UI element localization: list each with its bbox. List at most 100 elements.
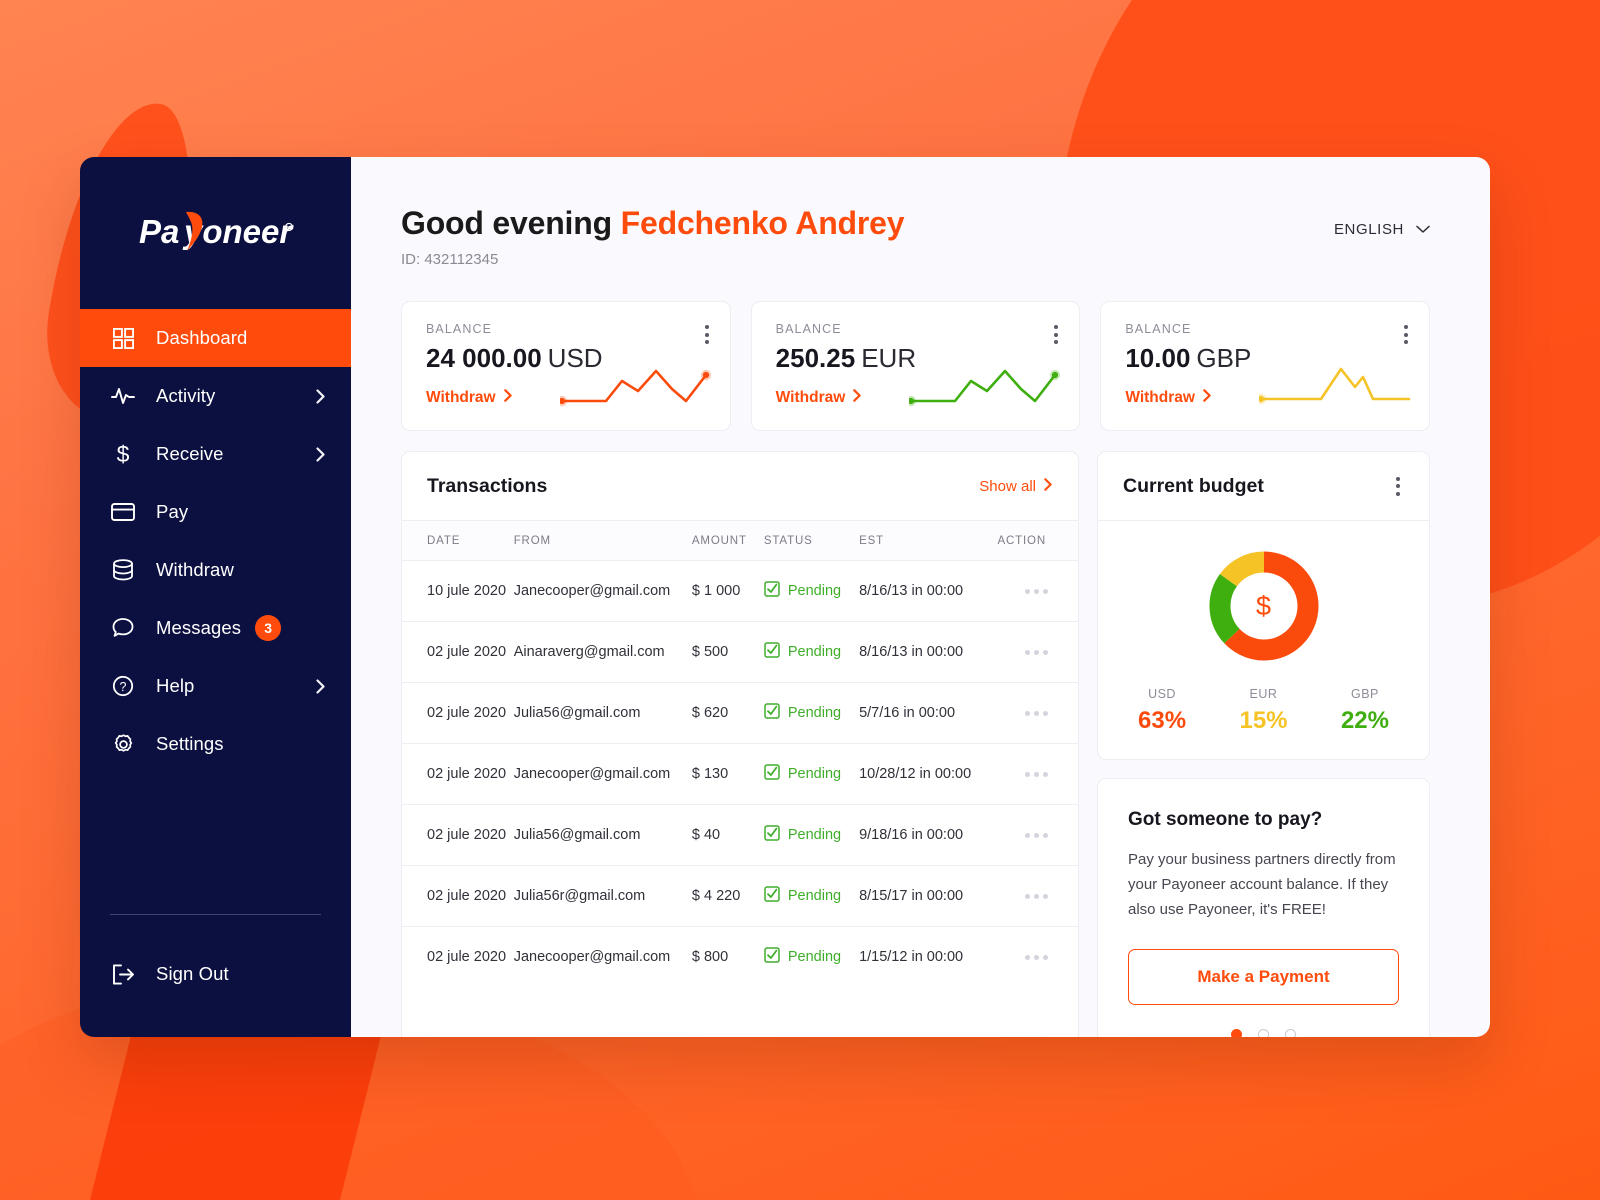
page-header: Good evening Fedchenko Andrey ID: 432112… — [401, 205, 1430, 268]
withdraw-link[interactable]: Withdraw — [426, 389, 512, 407]
cell-est: 1/15/12 in 00:00 — [859, 949, 964, 965]
status-label: Pending — [787, 888, 842, 904]
card-menu-button[interactable] — [702, 322, 712, 347]
cell-amount: $ 130 — [691, 743, 764, 805]
row-action-button[interactable] — [997, 771, 1078, 777]
transactions-table: DATE FROM AMOUNT STATUS EST ACTION 10 ju… — [402, 521, 1078, 987]
svg-text:$: $ — [117, 442, 130, 466]
pulse-icon — [110, 383, 136, 409]
row-action-button[interactable] — [997, 893, 1078, 899]
table-row[interactable]: 10 jule 2020 Janecooper@gmail.com $ 1 000 P… — [402, 560, 1078, 622]
budget-donut-chart: $ — [1205, 547, 1323, 665]
database-icon — [110, 557, 136, 583]
sidebar-item-label: Help — [156, 675, 195, 696]
language-selector[interactable]: ENGLISH — [1334, 205, 1430, 238]
cell-est: 8/16/13 in 00:00 — [859, 621, 998, 683]
status-check-icon — [764, 825, 780, 845]
table-row[interactable]: 02 jule 2020 Julia56@gmail.com $ 40 Pending… — [402, 804, 1078, 866]
withdraw-label: Withdraw — [426, 389, 496, 406]
cell-from: Janecooper@gmail.com — [513, 743, 692, 805]
grid-icon — [110, 325, 136, 351]
column-header-from: FROM — [513, 521, 692, 561]
balance-value: 24 000.00 — [426, 343, 542, 373]
status-label: Pending — [787, 766, 842, 782]
status-check-icon — [764, 581, 780, 601]
make-payment-button[interactable]: Make a Payment — [1128, 948, 1399, 1005]
table-row[interactable]: 02 jule 2020 Janecooper@gmail.com $ 130 Pen… — [402, 743, 1078, 805]
budget-header: Current budget — [1098, 452, 1429, 521]
table-row[interactable]: 02 jule 2020 Julia56r@gmail.com $ 4 220 Pen… — [402, 865, 1078, 927]
column-header-est: EST — [859, 521, 998, 561]
sparkline-gbp — [1255, 357, 1419, 414]
cell-status: Pending — [763, 621, 860, 683]
table-row[interactable]: 02 jule 2020 Ainaraverg@gmail.com $ 500 Pen… — [402, 621, 1078, 683]
cell-status: Pending — [764, 927, 859, 988]
status-label: Pending — [787, 583, 842, 599]
budget-menu-button[interactable] — [1393, 474, 1403, 499]
sidebar-item-help[interactable]: ? Help — [80, 657, 351, 715]
chevron-right-icon — [316, 678, 325, 694]
cell-from: Janecooper@gmail.com — [513, 560, 692, 622]
sidebar-item-activity[interactable]: Activity — [80, 367, 351, 425]
lower-section: Transactions Show all DATE FROM AMOUNT S… — [401, 451, 1430, 1037]
balance-label: BALANCE — [1125, 322, 1192, 336]
table-row[interactable]: 02 jule 2020 Julia56@gmail.com $ 620 Pendin… — [402, 682, 1078, 744]
transactions-title: Transactions — [427, 474, 548, 497]
chevron-right-icon — [316, 446, 325, 462]
legend-value: 22% — [1340, 707, 1389, 734]
sidebar-item-withdraw[interactable]: Withdraw — [80, 541, 351, 599]
cell-date: 02 jule 2020 — [402, 804, 514, 866]
card-menu-button[interactable] — [1401, 322, 1411, 347]
row-action-button[interactable] — [997, 710, 1078, 716]
balance-label: BALANCE — [775, 322, 842, 336]
cell-date: 02 jule 2020 — [402, 621, 514, 683]
sidebar-item-label: Pay — [156, 501, 189, 522]
cell-action — [997, 560, 1078, 622]
sidebar-item-dashboard[interactable]: Dashboard — [80, 309, 351, 367]
sign-out-button[interactable]: Sign Out — [80, 945, 351, 1003]
row-action-button[interactable] — [997, 649, 1078, 655]
withdraw-link[interactable]: Withdraw — [1125, 389, 1211, 407]
withdraw-label: Withdraw — [775, 389, 846, 406]
cell-from: Julia56@gmail.com — [513, 682, 692, 744]
column-header-date: DATE — [402, 521, 514, 561]
row-action-button[interactable] — [997, 832, 1078, 838]
withdraw-link[interactable]: Withdraw — [776, 389, 862, 407]
show-all-link[interactable]: Show all — [979, 478, 1052, 495]
sidebar-item-settings[interactable]: Settings — [80, 715, 351, 773]
cell-status: Pending — [763, 560, 860, 622]
gear-icon — [110, 731, 136, 757]
messages-badge: 3 — [255, 615, 282, 641]
card-menu-button[interactable] — [1051, 322, 1061, 347]
cell-amount: $ 800 — [691, 949, 729, 965]
balance-value: 10.00 — [1125, 343, 1191, 373]
cell-status: Pending — [763, 743, 860, 805]
promo-panel: Got someone to pay? Pay your business pa… — [1097, 778, 1430, 1037]
carousel-dot[interactable] — [1231, 1028, 1242, 1037]
withdraw-label: Withdraw — [1125, 389, 1195, 406]
payoneer-logo[interactable]: Pa yoneer R — [80, 157, 351, 309]
balance-cards: BALANCE 24 000.00 USD Withdraw BALANCE 2… — [401, 301, 1431, 431]
language-label: ENGLISH — [1333, 221, 1404, 238]
carousel-dot[interactable] — [1258, 1028, 1269, 1037]
sidebar-item-pay[interactable]: Pay — [80, 483, 351, 541]
status-label: Pending — [787, 644, 842, 660]
cell-from: Ainaraverg@gmail.com — [513, 621, 692, 683]
cell-action — [997, 927, 1078, 988]
sidebar-item-receive[interactable]: $ Receive — [80, 425, 351, 483]
svg-text:Pa: Pa — [139, 213, 179, 250]
sidebar: Pa yoneer R Dashboard Activity $ Receive… — [80, 157, 351, 1037]
sidebar-item-messages[interactable]: Messages 3 — [80, 599, 351, 657]
table-row[interactable]: 02 jule 2020 Janecooper@gmail.com $ 800 Pen… — [402, 927, 1078, 988]
table-body: 10 jule 2020 Janecooper@gmail.com $ 1 000 P… — [402, 560, 1078, 988]
status-check-icon — [764, 886, 780, 906]
row-action-button[interactable] — [997, 954, 1078, 960]
row-action-button[interactable] — [997, 588, 1078, 594]
sidebar-item-label: Messages — [156, 617, 242, 638]
carousel-dots — [1128, 1028, 1399, 1037]
carousel-dot[interactable] — [1285, 1028, 1296, 1037]
chevron-right-icon — [503, 389, 512, 407]
chevron-right-icon — [853, 389, 861, 407]
question-circle-icon: ? — [110, 673, 136, 699]
budget-title: Current budget — [1123, 474, 1264, 497]
